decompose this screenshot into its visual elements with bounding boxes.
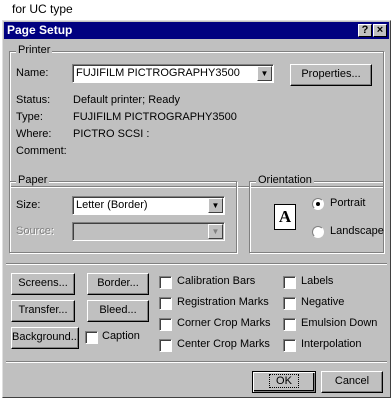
caption-label[interactable]: Caption [102,330,140,342]
paper-size-select[interactable]: Letter (Border) ▼ [72,196,225,215]
calibration-bars-checkbox[interactable] [159,276,172,289]
paper-size-value: Letter (Border) [76,199,148,211]
center-crop-marks-label[interactable]: Center Crop Marks [177,338,270,350]
orientation-group-label: Orientation [256,174,314,186]
comment-label: Comment: [16,145,67,157]
page-setup-dialog: Page Setup ? × Printer Name: FUJIFILM PI… [2,20,391,398]
portrait-label[interactable]: Portrait [330,197,365,209]
screens-button[interactable]: Screens... [11,273,75,295]
background-button[interactable]: Background... [11,327,80,349]
separator-top [6,263,387,265]
close-button[interactable]: × [373,24,387,37]
printer-name-value: FUJIFILM PICTROGRAPHY3500 [76,67,240,79]
caption-checkbox[interactable] [85,331,98,344]
printer-name-select[interactable]: FUJIFILM PICTROGRAPHY3500 ▼ [72,64,274,83]
negative-checkbox[interactable] [283,297,296,310]
window-title: Page Setup [7,23,73,37]
where-label: Where: [16,128,52,140]
calibration-bars-label[interactable]: Calibration Bars [177,275,255,287]
status-label: Status: [16,94,51,106]
bleed-button[interactable]: Bleed... [87,300,149,322]
portrait-page-icon: A [274,204,296,230]
radio-selected-dot [316,202,320,206]
ok-button[interactable]: OK [252,371,316,393]
separator-bottom [6,361,387,363]
emulsion-down-checkbox[interactable] [283,318,296,331]
labels-label[interactable]: Labels [301,275,333,287]
interpolation-checkbox[interactable] [283,339,296,352]
help-button[interactable]: ? [358,24,372,37]
transfer-button[interactable]: Transfer... [11,300,75,322]
type-value: FUJIFILM PICTROGRAPHY3500 [73,111,237,123]
corner-crop-marks-checkbox[interactable] [159,318,172,331]
corner-crop-marks-label[interactable]: Corner Crop Marks [177,317,271,329]
border-button[interactable]: Border... [87,273,149,295]
emulsion-down-label[interactable]: Emulsion Down [301,317,377,329]
printer-name-label: Name: [16,67,49,79]
landscape-label[interactable]: Landscape [330,225,384,237]
ok-button-label: OK [269,374,299,388]
paper-size-label: Size: [16,199,41,211]
registration-marks-checkbox[interactable] [159,297,172,310]
labels-checkbox[interactable] [283,276,296,289]
status-value: Default printer; Ready [73,94,180,106]
chevron-down-icon[interactable]: ▼ [257,66,272,81]
printer-group-label: Printer [16,44,53,56]
cancel-button[interactable]: Cancel [321,371,383,393]
registration-marks-label[interactable]: Registration Marks [177,296,269,308]
interpolation-label[interactable]: Interpolation [301,338,362,350]
landscape-radio[interactable] [312,226,324,238]
paper-group-label: Paper [16,174,50,186]
orientation-group: Orientation A Portrait Landscape [249,174,384,253]
properties-button[interactable]: Properties... [290,64,372,86]
paper-source-select[interactable]: ▼ [72,222,225,241]
negative-label[interactable]: Negative [301,296,344,308]
chevron-down-icon[interactable]: ▼ [208,224,223,239]
printer-group: Printer Name: FUJIFILM PICTROGRAPHY3500 … [9,44,384,187]
where-value: PICTRO SCSI : [73,128,150,140]
paper-group: Paper Size: Letter (Border) ▼ Source: ▼ [9,174,237,253]
type-label: Type: [16,111,43,123]
title-bar: Page Setup ? × [4,22,389,39]
portrait-radio[interactable] [312,198,324,210]
paper-source-label: Source: [16,225,54,237]
center-crop-marks-checkbox[interactable] [159,339,172,352]
caption-text: for UC type [12,2,73,16]
chevron-down-icon[interactable]: ▼ [208,198,223,213]
